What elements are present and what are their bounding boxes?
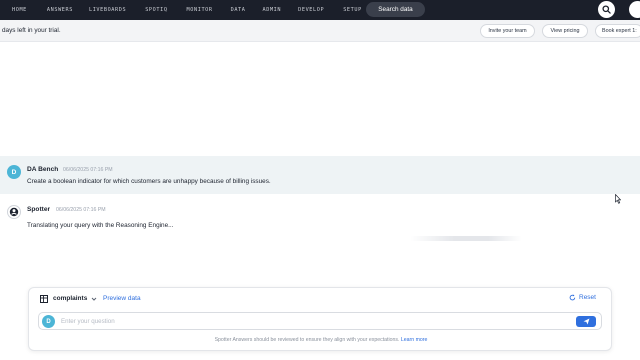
send-button[interactable] xyxy=(576,316,596,327)
nav-item-data[interactable]: DATA xyxy=(231,7,246,13)
nav-item-answers[interactable]: ANSWERS xyxy=(47,7,73,13)
view-pricing-button[interactable]: View pricing xyxy=(542,24,588,38)
user-avatar: D xyxy=(7,165,21,179)
nav-item-develop[interactable]: DEVELOP xyxy=(298,7,324,13)
preview-data-link[interactable]: Preview data xyxy=(103,295,141,302)
reset-label: Reset xyxy=(579,294,596,301)
table-icon xyxy=(40,295,48,303)
input-user-avatar: D xyxy=(42,315,55,328)
datasource-selector[interactable]: complaints xyxy=(53,295,87,302)
user-message: D DA Bench 06/06/2025 07:16 PM Create a … xyxy=(0,156,640,194)
invite-team-button[interactable]: Invite your team xyxy=(480,24,535,38)
reset-button[interactable]: Reset xyxy=(569,294,596,301)
chevron-down-icon[interactable] xyxy=(91,296,97,302)
send-icon xyxy=(583,318,589,325)
spotter-message-time: 06/06/2025 07:16 PM xyxy=(56,207,106,213)
reset-icon xyxy=(569,294,576,301)
trial-days-text: days left in your trial. xyxy=(2,27,61,34)
trial-banner: days left in your trial. Invite your tea… xyxy=(0,20,640,42)
user-message-time: 06/06/2025 07:16 PM xyxy=(63,167,113,173)
question-input[interactable] xyxy=(61,316,561,327)
question-input-box: D xyxy=(38,312,602,330)
mouse-pointer-icon xyxy=(615,194,621,204)
user-name: DA Bench xyxy=(27,166,59,173)
loading-shimmer xyxy=(410,236,522,241)
learn-more-link[interactable]: Learn more xyxy=(401,337,428,343)
disclaimer-message: Spotter Answers should be reviewed to en… xyxy=(214,337,400,343)
nav-item-liveboards[interactable]: LIVEBOARDS xyxy=(89,7,126,13)
top-navigation-bar: HOME ANSWERS LIVEBOARDS SPOTIQ MONITOR D… xyxy=(0,0,640,20)
nav-item-admin[interactable]: ADMIN xyxy=(263,7,282,13)
spotter-logo-icon xyxy=(7,205,21,219)
spotter-status-text: Translating your query with the Reasonin… xyxy=(27,222,174,229)
search-data-button[interactable]: Search data xyxy=(366,2,425,17)
book-expert-button[interactable]: Book expert 1: xyxy=(595,24,640,38)
spotter-name: Spotter xyxy=(27,206,51,213)
partial-circle-icon[interactable] xyxy=(629,1,640,18)
nav-item-setup[interactable]: SETUP xyxy=(343,7,362,13)
user-message-text: Create a boolean indicator for which cus… xyxy=(27,178,271,185)
nav-item-spotiq[interactable]: SPOTIQ xyxy=(145,7,167,13)
search-icon[interactable] xyxy=(598,1,615,18)
question-panel: complaints Preview data Reset D Spotter … xyxy=(28,287,612,351)
nav-item-monitor[interactable]: MONITOR xyxy=(187,7,213,13)
disclaimer-text: Spotter Answers should be reviewed to en… xyxy=(29,337,613,343)
nav-item-home[interactable]: HOME xyxy=(12,7,27,13)
